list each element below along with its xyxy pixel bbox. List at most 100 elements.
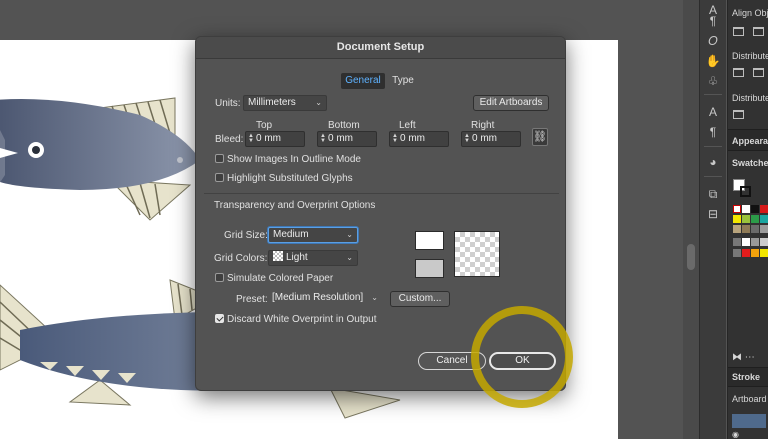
bleed-top-input[interactable]: ▲ ▼ 0 mm (245, 131, 305, 147)
transform-icon[interactable]: ⧉ (705, 186, 721, 202)
grid-colors-label: Grid Colors: (214, 253, 268, 264)
bleed-left-input[interactable]: ▲ ▼ 0 mm (389, 131, 449, 147)
grid-size-value: Medium (273, 229, 309, 240)
appearance-tab[interactable]: Appearan (728, 130, 768, 150)
swatch-gray-3[interactable] (760, 238, 768, 246)
paragraph-icon[interactable]: ¶ (705, 13, 721, 29)
swatch-light-gray[interactable] (760, 225, 768, 233)
swatch-white[interactable] (742, 205, 750, 213)
simulate-paper-checkbox[interactable] (215, 273, 224, 282)
none-swatch[interactable] (733, 205, 741, 213)
tool-divider (704, 146, 722, 147)
highlight-glyphs-checkbox[interactable] (215, 173, 224, 182)
swatch-red[interactable] (760, 205, 768, 213)
bleed-bottom-label: Bottom (328, 120, 360, 131)
stroke-swatch[interactable] (740, 186, 751, 197)
grid-color-swatch-dark[interactable] (415, 259, 444, 278)
swatch-yellow[interactable] (733, 215, 741, 223)
tool-divider (704, 176, 722, 177)
transparency-section-title: Transparency and Overprint Options (214, 200, 376, 211)
stepper-arrows-icon[interactable]: ▲ ▼ (248, 133, 254, 144)
bleed-right-label: Right (471, 120, 495, 131)
bleed-bottom-input[interactable]: ▲ ▼ 0 mm (317, 131, 377, 147)
align-center-icon[interactable] (753, 27, 764, 36)
swatch-gray[interactable] (751, 225, 759, 233)
character-styles-icon[interactable]: A (705, 104, 721, 120)
bleed-top-value: 0 mm (256, 133, 281, 144)
grid-color-swatch-light[interactable] (415, 231, 444, 250)
distribute-spacing-icon[interactable] (733, 110, 744, 119)
stepper-arrows-icon[interactable]: ▲ ▼ (320, 133, 326, 144)
stroke-tab[interactable]: Stroke (728, 368, 768, 386)
opentype-icon[interactable]: 𝑂 (705, 33, 721, 49)
distribute-top-icon[interactable] (733, 68, 744, 77)
artboards-heading[interactable]: Artboard (732, 394, 767, 404)
link-bleed-icon[interactable]: ⛓ (532, 128, 548, 146)
panel-divider (728, 386, 768, 387)
chevron-down-icon: ⌄ (371, 293, 378, 302)
bleed-right-value: 0 mm (472, 133, 497, 144)
distribute-center-icon[interactable] (753, 68, 764, 77)
paragraph-styles-icon[interactable]: ¶ (705, 124, 721, 140)
edit-artboards-button[interactable]: Edit Artboards (473, 95, 549, 111)
discard-overprint-label[interactable]: Discard White Overprint in Output (227, 314, 377, 325)
units-value: Millimeters (248, 97, 296, 108)
dialog-title: Document Setup (336, 41, 425, 53)
simulate-paper-label[interactable]: Simulate Colored Paper (227, 273, 333, 284)
discard-overprint-checkbox[interactable] (215, 314, 224, 323)
swatch-brown[interactable] (742, 225, 750, 233)
dialog-titlebar[interactable]: Document Setup (196, 37, 565, 59)
bleed-left-label: Left (399, 120, 416, 131)
swatch-orange[interactable] (751, 249, 759, 257)
tab-type[interactable]: Type (389, 73, 417, 89)
swatch-black[interactable] (751, 205, 759, 213)
show-images-outline-checkbox[interactable] (215, 154, 224, 163)
units-dropdown[interactable]: Millimeters ⌄ (243, 95, 327, 111)
artboard-list-row[interactable] (732, 414, 766, 428)
stepper-arrows-icon[interactable]: ▲ ▼ (464, 133, 470, 144)
chevron-down-icon: ⌄ (346, 230, 353, 239)
swatch-gray-2[interactable] (751, 238, 759, 246)
pathfinder-icon[interactable]: ⊟ (705, 206, 721, 222)
swatch-folder-icon[interactable] (733, 238, 741, 246)
swatch-green[interactable] (751, 215, 759, 223)
align-left-icon[interactable] (733, 27, 744, 36)
distribute-spacing-heading: Distribute (732, 93, 768, 103)
eye-icon[interactable]: ◉ (732, 430, 739, 439)
swatch-yellow-2[interactable] (760, 249, 768, 257)
tools-strip: A ¶ 𝑂 ✋ ♧ A ¶ ◕ ⧉ ⊟ (699, 0, 726, 439)
highlight-glyphs-label[interactable]: Highlight Substituted Glyphs (227, 173, 353, 184)
checkerboard-icon (273, 251, 283, 261)
preset-value: [Medium Resolution] (272, 292, 364, 303)
grid-colors-dropdown[interactable]: Light ⌄ (268, 250, 358, 266)
swatch-library-icon[interactable]: ⧓ ⋯ (732, 352, 755, 363)
swatch-tan[interactable] (733, 225, 741, 233)
color-guide-icon[interactable]: ◕ (705, 154, 721, 170)
swatch-red-2[interactable] (742, 249, 750, 257)
swatch-white-2[interactable] (742, 238, 750, 246)
swatch-folder-icon-2[interactable] (733, 249, 741, 257)
symbols-icon[interactable]: ♧ (705, 73, 721, 89)
units-label: Units: (215, 98, 241, 109)
puppet-warp-icon[interactable]: ✋ (705, 53, 721, 69)
grid-colors-value: Light (286, 252, 308, 263)
swatch-yellow-green[interactable] (742, 215, 750, 223)
bleed-label: Bleed: (215, 134, 244, 145)
swatches-heading[interactable]: Swatches (732, 158, 768, 168)
show-images-outline-label[interactable]: Show Images In Outline Mode (227, 154, 361, 165)
grid-size-dropdown[interactable]: Medium ⌄ (268, 227, 358, 243)
section-divider (204, 193, 559, 194)
bleed-left-value: 0 mm (400, 133, 425, 144)
swatch-teal[interactable] (760, 215, 768, 223)
preset-dropdown[interactable]: [Medium Resolution] ⌄ (268, 291, 382, 307)
custom-button[interactable]: Custom... (390, 291, 450, 307)
distribute-objects-heading: Distribute (732, 51, 768, 61)
tab-general[interactable]: General (341, 73, 385, 89)
appearance-label: Appearan (732, 136, 768, 146)
canvas-vertical-scrollbar[interactable] (683, 0, 699, 439)
scrollbar-thumb[interactable] (687, 244, 695, 270)
preset-label: Preset: (236, 294, 268, 305)
stepper-arrows-icon[interactable]: ▲ ▼ (392, 133, 398, 144)
bleed-right-input[interactable]: ▲ ▼ 0 mm (461, 131, 521, 147)
chevron-down-icon: ⌄ (315, 98, 322, 107)
